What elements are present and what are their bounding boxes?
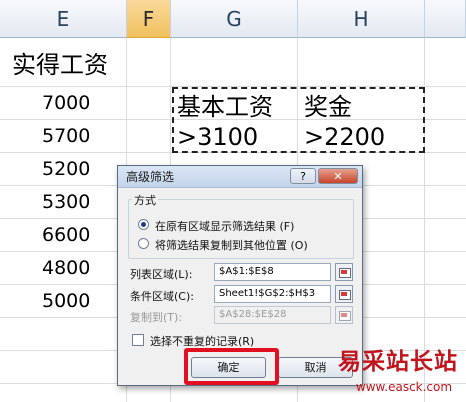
cell-h2[interactable]: 奖金 — [304, 88, 352, 121]
ok-button-highlight — [184, 348, 279, 385]
dialog-title: 高级筛选 — [126, 170, 175, 184]
radio-copy-to-location[interactable] — [138, 238, 149, 249]
column-header-i[interactable] — [425, 0, 466, 38]
cell-text: 6600 — [42, 224, 91, 246]
watermark-title: 易采站长站 — [338, 348, 458, 375]
watermark-url: www.easck.com — [355, 380, 453, 394]
column-letter: G — [226, 6, 242, 31]
radio-filter-in-place-label[interactable]: 在原有区域显示筛选结果 (F) — [155, 218, 294, 234]
range-select-icon-mark — [341, 292, 347, 296]
cell-text: 5000 — [42, 290, 91, 312]
close-button[interactable]: ✕ — [318, 168, 358, 184]
unique-records-label[interactable]: 选择不重复的记录(R) — [150, 333, 254, 349]
list-range-label: 列表区域(L): — [130, 268, 193, 281]
cell-text: >3100 — [177, 123, 259, 151]
unique-records-checkbox[interactable] — [132, 334, 144, 346]
cell-text: 5300 — [42, 191, 91, 213]
cell-e1[interactable]: 实得工资 — [12, 42, 108, 82]
help-icon: ? — [300, 170, 306, 183]
column-letter: H — [353, 6, 369, 31]
criteria-range-select-button[interactable] — [335, 285, 353, 303]
list-range-input[interactable]: $A$1:$E$8 — [214, 263, 331, 281]
cancel-button-label: 取消 — [304, 361, 327, 374]
cell-g2[interactable]: 基本工资 — [177, 88, 273, 121]
column-header-f[interactable]: F — [127, 0, 171, 38]
copy-to-select-button[interactable] — [335, 306, 353, 324]
cell-text: 实得工资 — [12, 50, 108, 79]
list-range-select-button[interactable] — [335, 263, 353, 281]
criteria-range-label: 条件区域(C): — [130, 290, 194, 303]
column-header-g[interactable]: G — [171, 0, 298, 38]
range-select-icon-mark — [341, 270, 347, 274]
cell-e8[interactable]: 5000 — [42, 285, 90, 317]
cell-e3[interactable]: 5700 — [42, 120, 90, 152]
cell-e4[interactable]: 5200 — [42, 153, 90, 185]
cell-text: 5200 — [42, 158, 91, 180]
cell-h3[interactable]: >2200 — [304, 121, 385, 153]
column-header-h[interactable]: H — [298, 0, 425, 38]
criteria-range-input[interactable]: Sheet1!$G$2:$H$3 — [214, 285, 331, 303]
column-letter: E — [56, 6, 70, 31]
cell-text: 4800 — [42, 257, 91, 279]
cell-text: 7000 — [42, 92, 91, 114]
radio-copy-to-location-label[interactable]: 将筛选结果复制到其他位置 (O) — [155, 237, 308, 253]
close-icon: ✕ — [333, 170, 343, 183]
cell-g3[interactable]: >3100 — [177, 121, 258, 153]
cell-text: 5700 — [42, 125, 91, 147]
mode-group-label: 方式 — [132, 192, 158, 208]
column-letter: F — [142, 6, 155, 31]
cell-e6[interactable]: 6600 — [42, 219, 90, 251]
cell-e7[interactable]: 4800 — [42, 252, 90, 284]
radio-filter-in-place[interactable] — [138, 219, 149, 230]
cell-text: 基本工资 — [177, 92, 273, 121]
help-button[interactable]: ? — [290, 168, 316, 184]
cell-text: 奖金 — [304, 92, 352, 121]
cell-e5[interactable]: 5300 — [42, 186, 90, 218]
copy-to-label: 复制到(T): — [130, 311, 183, 324]
range-select-icon-mark — [341, 313, 347, 317]
cell-text: >2200 — [304, 123, 386, 151]
copy-to-input[interactable]: $A$28:$E$28 — [214, 306, 331, 324]
cell-e2[interactable]: 7000 — [42, 87, 90, 119]
column-header-e[interactable]: E — [0, 0, 127, 38]
